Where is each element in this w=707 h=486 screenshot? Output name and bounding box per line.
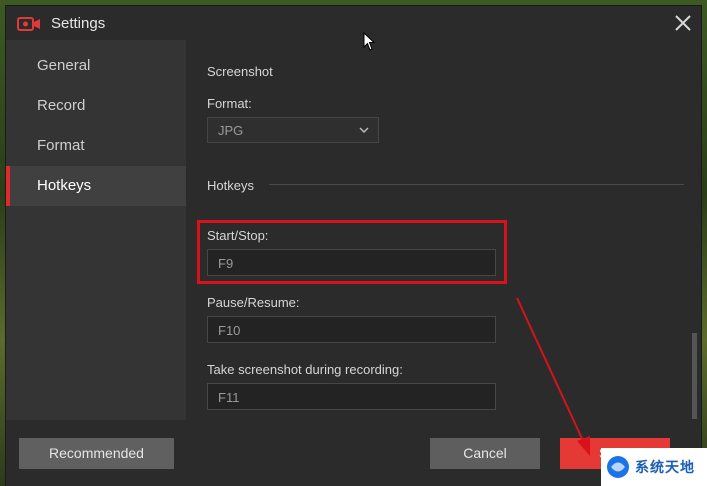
sidebar-item-label: Hotkeys [37,177,92,194]
sidebar-item-label: Record [37,97,86,114]
camera-record-icon [17,17,40,31]
start-stop-hotkey-input[interactable]: F9 [207,249,496,276]
pause-resume-hotkey-input[interactable]: F10 [207,316,496,343]
sidebar-item-format[interactable]: Format [6,126,186,166]
sidebar-item-label: Format [37,137,85,154]
take-screenshot-hotkey-input[interactable]: F11 [207,383,496,410]
settings-content: Screenshot Format: JPG Hotkeys Start/Sto… [186,40,701,420]
format-select-value: JPG [218,123,244,138]
screenshot-section-label: Screenshot [207,64,273,79]
recommended-button[interactable]: Recommended [19,438,174,469]
close-icon[interactable] [671,11,695,35]
format-select[interactable]: JPG [207,117,379,143]
dialog-footer: Recommended Cancel Save [6,420,701,486]
chevron-down-icon [359,127,369,134]
sidebar-item-hotkeys[interactable]: Hotkeys [6,166,186,206]
sidebar-item-general[interactable]: General [6,46,186,86]
pause-resume-label: Pause/Resume: [207,295,300,310]
take-screenshot-label: Take screenshot during recording: [207,362,403,377]
take-screenshot-hotkey-value: F11 [218,390,240,405]
watermark-logo: 系统天地 [601,448,707,486]
pause-resume-hotkey-value: F10 [218,323,241,338]
globe-icon [607,456,629,478]
scrollbar-thumb[interactable] [692,333,697,419]
sidebar-item-record[interactable]: Record [6,86,186,126]
watermark-text: 系统天地 [635,459,695,475]
settings-window: Settings General Record Format Hotkeys S… [6,6,701,486]
hotkeys-section-label: Hotkeys [207,178,254,193]
format-label: Format: [207,96,252,111]
title-bar: Settings [6,6,701,40]
section-divider [269,184,684,185]
sidebar-item-label: General [37,57,91,74]
window-title: Settings [51,15,106,32]
settings-sidebar: General Record Format Hotkeys [6,40,186,420]
start-stop-label: Start/Stop: [207,228,269,243]
mouse-cursor-icon [363,32,376,51]
start-stop-hotkey-value: F9 [218,256,234,271]
cancel-button[interactable]: Cancel [430,438,540,469]
